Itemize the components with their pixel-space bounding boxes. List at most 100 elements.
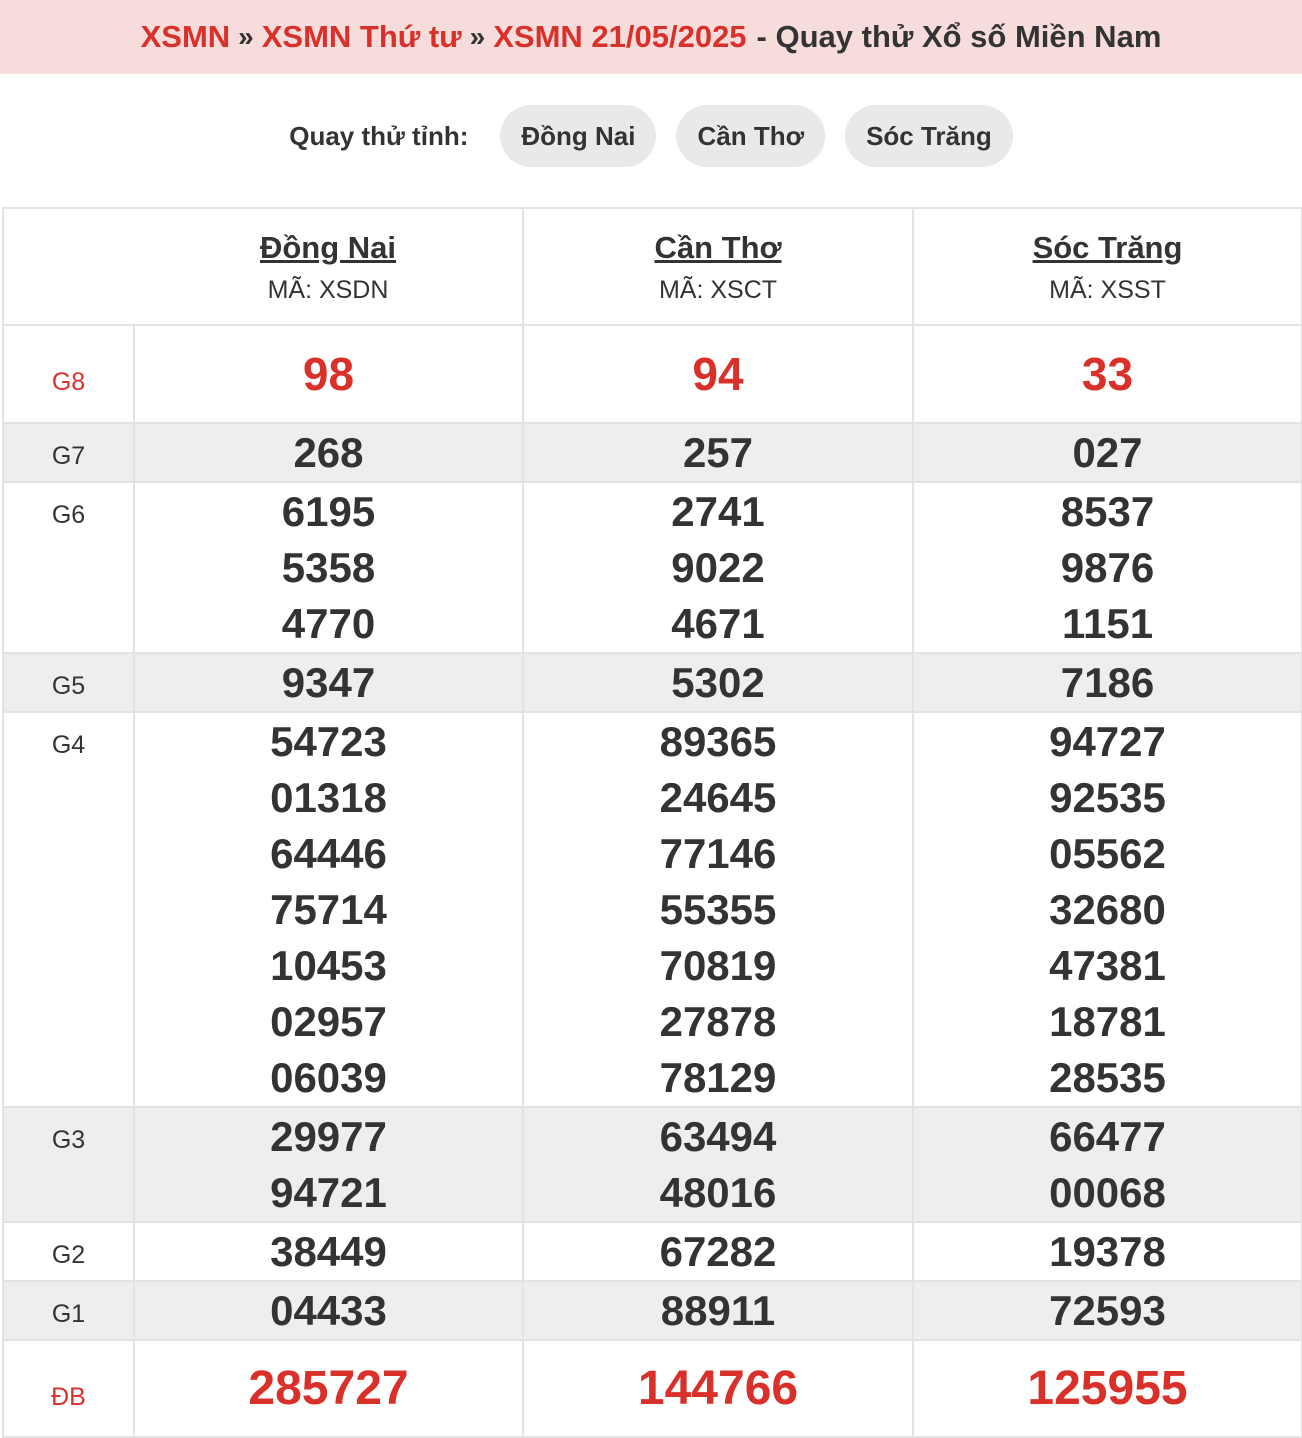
prize-number: 18781 [1049,998,1166,1045]
province-link-soc-trang[interactable]: Sóc Trăng [914,229,1301,267]
prize-number: 32680 [1049,886,1166,933]
prize-cell: 6195 5358 4770 [133,481,524,654]
prize-row: ĐB 285727 144766 125955 [2,1339,1302,1438]
header-corner-cell [2,207,134,326]
province-selector-label: Quay thử tỉnh: [289,120,469,151]
prize-number: 98 [302,348,355,400]
province-header-dong-nai: Đồng Nai MÃ: XSDN [134,207,524,326]
prize-number: 28535 [1049,1054,1166,1101]
prize-number: 04433 [270,1287,387,1334]
prize-number: 027 [1072,429,1143,476]
province-link-dong-nai[interactable]: Đồng Nai [134,229,522,267]
prize-number: 8537 [1060,488,1155,535]
prize-number: 9022 [671,544,765,591]
prize-number: 10453 [270,942,387,989]
prize-number: 48016 [659,1169,777,1216]
province-header-soc-trang: Sóc Trăng MÃ: XSST [912,207,1302,326]
prize-number: 5358 [281,544,376,591]
prize-cell: 94 [522,324,914,424]
prize-label: G5 [2,652,135,713]
prize-number: 125955 [1027,1361,1188,1415]
prize-number: 19378 [1049,1228,1166,1275]
prize-number: 54723 [270,718,387,765]
prize-cell: 144766 [522,1339,914,1438]
breadcrumb: XSMN » XSMN Thứ tư » XSMN 21/05/2025 - Q… [0,0,1302,74]
prize-number: 67282 [659,1228,777,1275]
province-button-soc-trang[interactable]: Sóc Trăng [845,105,1013,167]
prize-number: 70819 [659,942,777,989]
prize-number: 02957 [270,998,387,1045]
prize-label: G8 [2,324,135,424]
prize-cell: 04433 [133,1280,524,1341]
prize-row: G3 29977 94721 63494 48016 66477 00068 [2,1106,1302,1223]
prize-cell: 33 [912,324,1302,424]
prize-number: 2741 [671,488,765,535]
prize-number: 6195 [281,488,376,535]
prize-number: 94727 [1049,718,1166,765]
prize-number: 66477 [1049,1113,1166,1160]
breadcrumb-link-xsmn-date[interactable]: XSMN 21/05/2025 [493,19,746,55]
prize-number: 88911 [660,1287,776,1334]
prize-number: 33 [1081,348,1134,400]
province-button-dong-nai[interactable]: Đồng Nai [500,105,657,167]
prize-number: 72593 [1049,1287,1166,1334]
prize-number: 7186 [1060,659,1155,706]
prize-cell: 257 [522,422,914,483]
prize-cell: 63494 48016 [522,1106,914,1223]
province-code-soc-trang: MÃ: XSST [1049,275,1166,304]
prize-cell: 2741 9022 4671 [522,481,914,654]
prize-label: ĐB [2,1339,135,1438]
page-title: - Quay thử Xổ số Miền Nam [756,19,1162,54]
prize-number: 4770 [281,600,376,647]
prize-number: 94721 [270,1169,387,1216]
prize-number: 1151 [1061,600,1154,647]
breadcrumb-link-xsmn[interactable]: XSMN [141,19,231,55]
prize-cell: 7186 [912,652,1302,713]
prize-cell: 8537 9876 1151 [912,481,1302,654]
prize-number: 89365 [659,718,777,765]
prize-number: 144766 [637,1361,799,1415]
prize-number: 4671 [671,600,765,647]
prize-label: G7 [2,422,135,483]
prize-cell: 38449 [133,1221,524,1282]
prize-cell: 88911 [522,1280,914,1341]
province-code-dong-nai: MÃ: XSDN [267,275,389,304]
prize-row: G6 6195 5358 4770 2741 9022 4671 8537 9876 1151 [2,481,1302,654]
prize-cell: 67282 [522,1221,914,1282]
prize-cell: 54723 01318 64446 75714 10453 02957 06039 [133,711,524,1108]
prize-cell: 29977 94721 [133,1106,524,1223]
prize-number: 75714 [270,886,387,933]
province-code-can-tho: MÃ: XSCT [658,275,778,304]
prize-number: 5302 [671,659,765,706]
prize-number: 55355 [659,886,777,933]
province-button-can-tho[interactable]: Cần Thơ [676,105,826,167]
prize-number: 64446 [270,830,387,877]
results-table: Đồng Nai MÃ: XSDN Cần Thơ MÃ: XSCT Sóc T… [2,207,1302,1438]
prize-number: 285727 [248,1361,409,1415]
province-link-can-tho[interactable]: Cần Thơ [524,229,912,267]
prize-number: 92535 [1049,774,1166,821]
prize-row: G5 9347 5302 7186 [2,652,1302,713]
breadcrumb-link-xsmn-thu-tu[interactable]: XSMN Thứ tư [262,19,462,55]
prize-label: G3 [2,1106,135,1223]
prize-number: 63494 [659,1113,777,1160]
province-header-can-tho: Cần Thơ MÃ: XSCT [522,207,914,326]
prize-cell: 125955 [912,1339,1302,1438]
prize-number: 47381 [1049,942,1166,989]
prize-label: G2 [2,1221,135,1282]
prize-number: 257 [682,429,754,476]
prize-number: 77146 [659,830,777,877]
prize-cell: 5302 [522,652,914,713]
prize-label: G1 [2,1280,135,1341]
prize-number: 268 [293,429,364,476]
table-header-row: Đồng Nai MÃ: XSDN Cần Thơ MÃ: XSCT Sóc T… [2,207,1302,326]
prize-row: G4 54723 01318 64446 75714 10453 02957 06039 893… [2,711,1302,1108]
prize-cell: 285727 [133,1339,524,1438]
prize-number: 00068 [1049,1169,1166,1216]
prize-number: 78129 [659,1054,777,1101]
prize-cell: 89365 24645 77146 55355 70819 27878 78129 [522,711,914,1108]
prize-row: G8 98 94 33 [2,324,1302,424]
prize-rows: G8 98 94 33 G7 268 257 027 G6 6195 5358 4770 2741 902… [2,324,1302,1438]
prize-number: 9347 [281,659,376,706]
prize-row: G2 38449 67282 19378 [2,1221,1302,1282]
